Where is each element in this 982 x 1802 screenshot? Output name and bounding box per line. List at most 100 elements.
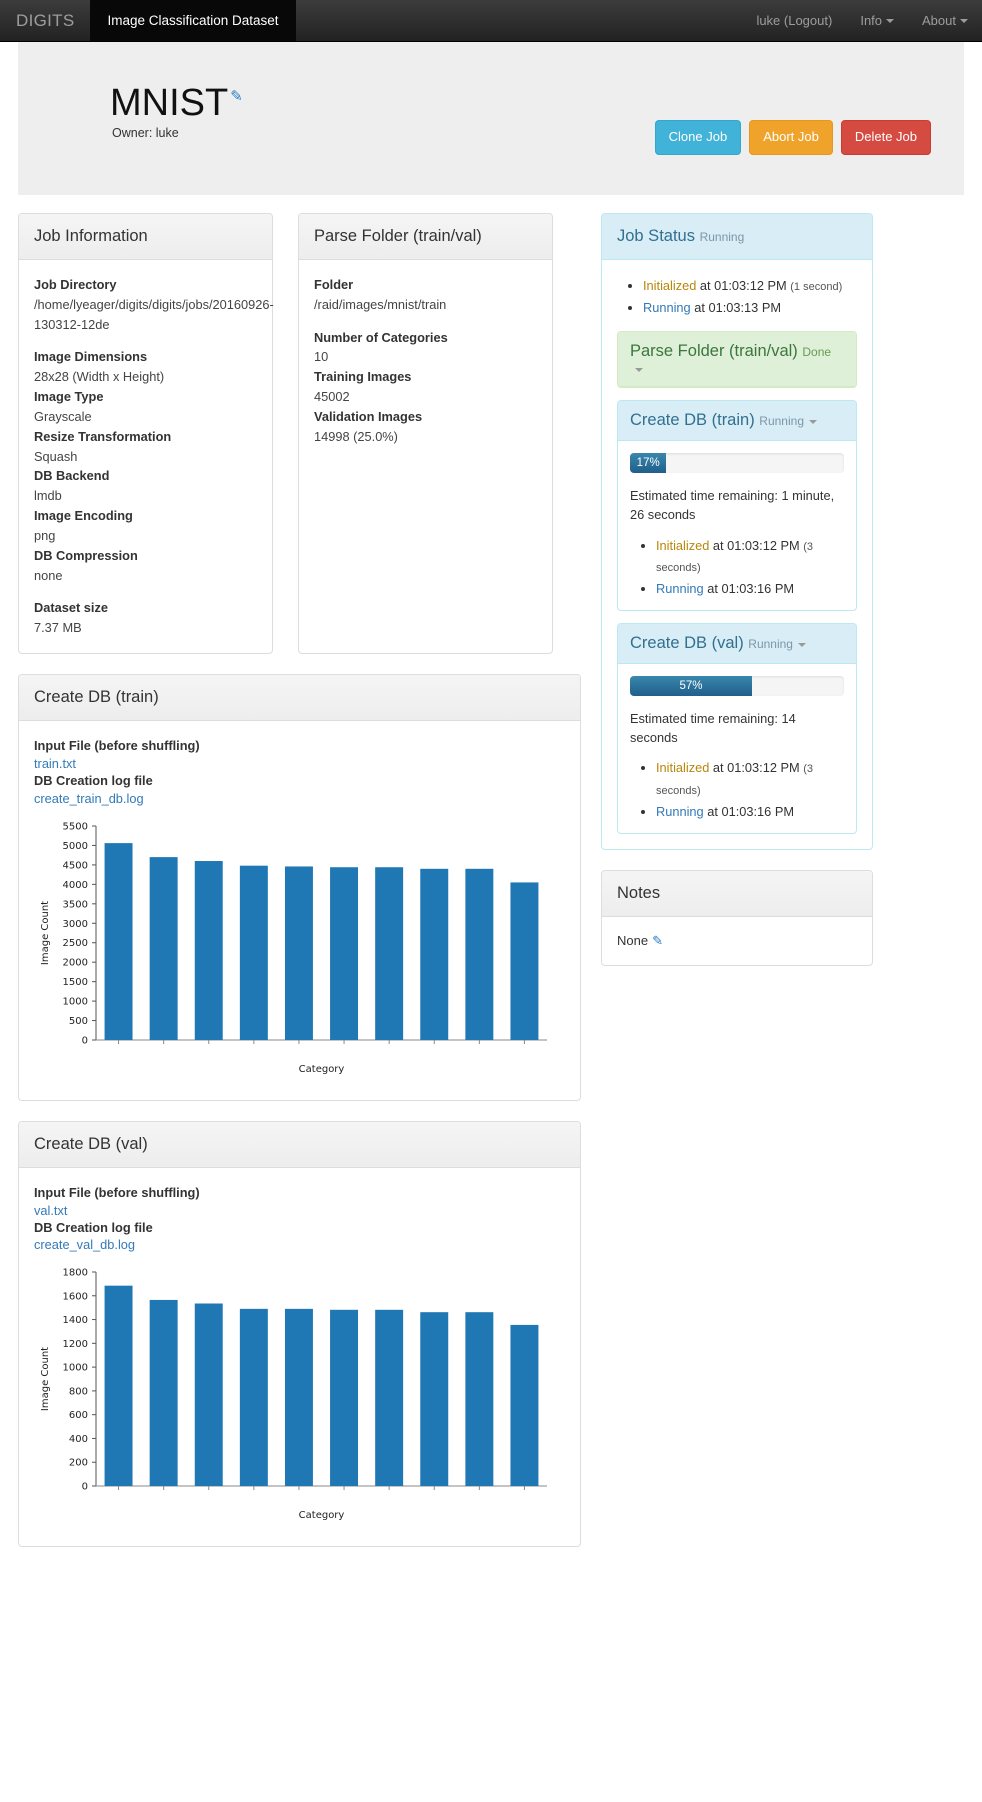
job-status-task-list: Parse Folder (train/val) Done Create DB (… [617, 331, 857, 834]
nav-user-label: luke (Logout) [756, 13, 832, 28]
train-log-file-link[interactable]: create_train_db.log [34, 791, 144, 806]
chevron-down-icon[interactable] [635, 368, 643, 372]
abort-job-button[interactable]: Abort Job [749, 120, 833, 155]
y-tick-label: 1800 [63, 1268, 88, 1279]
y-tick-label: 200 [69, 1458, 88, 1469]
task-panel-heading[interactable]: Parse Folder (train/val) Done [618, 332, 856, 387]
nav-info-label: Info [860, 13, 882, 28]
spacer [34, 334, 257, 347]
val-log-file-link[interactable]: create_val_db.log [34, 1237, 135, 1252]
chart-val-svg: 020040060080010001200140016001800Categor… [34, 1258, 565, 1528]
status-event-time: at 01:03:16 PM [704, 804, 794, 819]
x-axis-label: Category [299, 1510, 345, 1521]
job-info-field-value: /home/lyeager/digits/digits/jobs/2016092… [34, 295, 257, 335]
status-event-item: Initialized at 01:03:12 PM (3 seconds) [656, 535, 844, 577]
y-tick-label: 1400 [63, 1315, 88, 1326]
task-panel-body: 57%Estimated time remaining: 14 secondsI… [618, 664, 856, 833]
val-log-file-label: DB Creation log file [34, 1218, 565, 1238]
chevron-down-icon[interactable] [798, 643, 806, 647]
job-info-field-value: none [34, 566, 257, 586]
chevron-down-icon[interactable] [809, 420, 817, 424]
status-event-time: at 01:03:16 PM [704, 581, 794, 596]
job-info-field-value: Squash [34, 447, 257, 467]
task-panel: Create DB (train) Running 17% Estimated ti… [617, 400, 857, 611]
create-db-train-body: Input File (before shuffling) train.txt … [19, 721, 580, 1100]
parse-folder-body: Folder/raid/images/mnist/trainNumber of … [299, 260, 552, 462]
task-status: Done [802, 345, 831, 359]
left-column: Job Information Job Directory/home/lyeag… [18, 213, 581, 1567]
y-tick-label: 5500 [63, 821, 88, 832]
brand-digits[interactable]: DIGITS [0, 0, 90, 41]
create-db-val-title: Create DB (val) [34, 1135, 565, 1154]
status-event-time: at 01:03:12 PM [696, 278, 790, 293]
task-panel-heading[interactable]: Create DB (train) Running [618, 401, 856, 441]
x-axis-label: Category [299, 1064, 345, 1075]
chart-bar [150, 857, 178, 1040]
nav-about-dropdown[interactable]: About [908, 0, 982, 41]
create-db-train-title: Create DB (train) [34, 688, 565, 707]
parse-folder-field-value: /raid/images/mnist/train [314, 295, 537, 315]
edit-square-icon[interactable]: ✎️ [230, 87, 243, 105]
spacer [34, 585, 257, 598]
task-panel-heading[interactable]: Create DB (val) Running [618, 624, 856, 664]
y-axis-label: Image Count [40, 1347, 51, 1411]
y-tick-label: 1600 [63, 1292, 88, 1303]
notes-panel: Notes None ✎️ [601, 870, 873, 966]
task-progress-fill: 17% [630, 453, 666, 473]
task-panel: Parse Folder (train/val) Done [617, 331, 857, 388]
task-panel-body: 17% Estimated time remaining: 1 minute, 2… [618, 441, 856, 610]
y-tick-label: 2000 [63, 957, 88, 968]
job-action-buttons: Clone Job Abort Job Delete Job [655, 120, 931, 155]
y-tick-label: 4500 [63, 860, 88, 871]
status-event-item: Running at 01:03:16 PM [656, 578, 844, 599]
chart-bar [195, 1304, 223, 1486]
nav-info-dropdown[interactable]: Info [846, 0, 908, 41]
clone-job-button[interactable]: Clone Job [655, 120, 742, 155]
task-eta: Estimated time remaining: 1 minute, 26 s… [630, 486, 844, 524]
chevron-down-icon [886, 19, 894, 23]
task-name: Create DB (train) [630, 411, 759, 429]
chart-bar [375, 1310, 403, 1486]
notes-title: Notes [617, 884, 857, 903]
train-input-file-link[interactable]: train.txt [34, 756, 76, 771]
job-info-field-label: Image Encoding [34, 506, 257, 526]
y-tick-label: 2500 [63, 938, 88, 949]
val-category-distribution-chart: 020040060080010001200140016001800Categor… [34, 1252, 565, 1531]
nav-user-logout[interactable]: luke (Logout) [742, 0, 846, 41]
notes-value: None [617, 933, 648, 948]
create-db-train-panel: Create DB (train) Input File (before shu… [18, 674, 581, 1101]
job-status-heading: Job Status Running [602, 214, 872, 260]
page-title: MNIST [110, 84, 228, 124]
parse-folder-field-label: Validation Images [314, 407, 537, 427]
job-info-field-value: png [34, 526, 257, 546]
val-input-file-link[interactable]: val.txt [34, 1203, 67, 1218]
task-event-list: Initialized at 01:03:12 PM (3 seconds)Ru… [630, 757, 844, 821]
spacer [314, 315, 537, 328]
job-information-panel: Job Information Job Directory/home/lyeag… [18, 213, 273, 654]
job-info-field-label: DB Backend [34, 466, 257, 486]
nav-tab-image-classification-dataset[interactable]: Image Classification Dataset [90, 0, 295, 41]
y-axis-label: Image Count [40, 901, 51, 965]
edit-square-icon[interactable]: ✎️ [652, 933, 663, 948]
job-information-fields: Job Directory/home/lyeager/digits/digits… [34, 275, 257, 638]
task-progress-bar: 17% [630, 453, 844, 473]
status-event-time: at 01:03:12 PM [709, 538, 803, 553]
right-column: Job Status Running Initialized at 01:03:… [601, 213, 873, 986]
main-content: Job Information Job Directory/home/lyeag… [0, 195, 982, 1567]
task-status: Running [759, 414, 804, 428]
nav-tab-label: Image Classification Dataset [107, 13, 278, 28]
create-db-train-heading: Create DB (train) [19, 675, 580, 721]
status-event-state: Running [656, 804, 704, 819]
task-name: Parse Folder (train/val) [630, 342, 802, 360]
task-name: Create DB (val) [630, 634, 748, 652]
job-information-title: Job Information [34, 227, 257, 246]
chart-bar [150, 1300, 178, 1486]
job-info-field-label: Image Dimensions [34, 347, 257, 367]
task-progress-fill: 57% [630, 676, 752, 696]
notes-body: None ✎️ [602, 917, 872, 965]
chart-bar [105, 1286, 133, 1486]
delete-job-button[interactable]: Delete Job [841, 120, 931, 155]
chart-bar [375, 867, 403, 1040]
job-info-field-label: Resize Transformation [34, 427, 257, 447]
status-event-state: Running [656, 581, 704, 596]
